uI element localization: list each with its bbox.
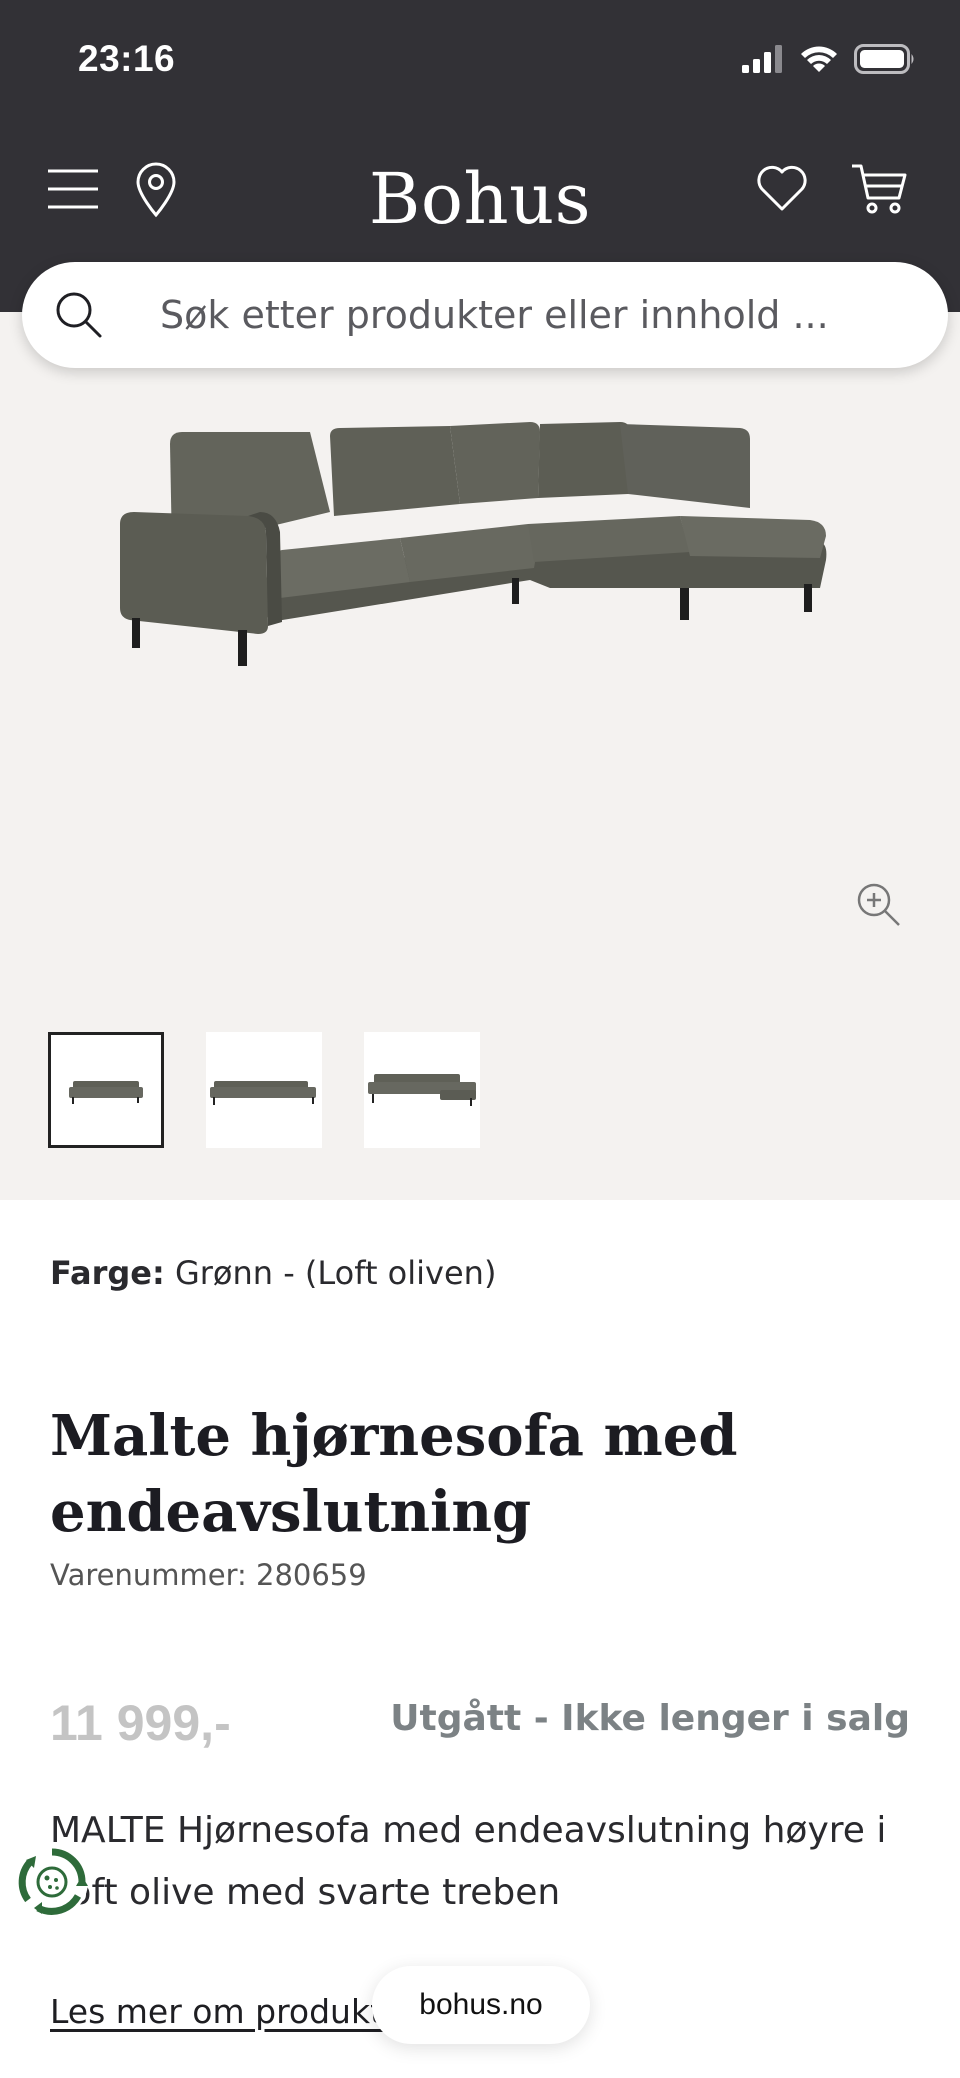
read-more-link[interactable]: Les mer om produktet (50, 1992, 416, 2031)
search-bar[interactable] (22, 262, 948, 368)
zoom-in-icon[interactable] (856, 882, 902, 928)
search-input[interactable] (160, 262, 920, 368)
thumbnail-2[interactable] (206, 1032, 322, 1148)
battery-icon (854, 44, 914, 74)
product-title: Malte hjørnesofa med endeavslutning (50, 1403, 738, 1545)
color-info: Farge: Grønn - (Loft oliven) (50, 1254, 496, 1292)
thumbnail-3[interactable] (364, 1032, 480, 1148)
availability-status: Utgått - Ikke lenger i salg (390, 1698, 910, 1739)
status-icons (742, 44, 916, 74)
browser-url-pill[interactable]: bohus.no (372, 1966, 590, 2044)
bohus-logo[interactable]: Bohus (0, 158, 960, 240)
product-description: MALTE Hjørnesofa med endeavslutning høyr… (50, 1810, 887, 1913)
signal-icon (742, 45, 782, 73)
thumbnail-sofa-image (368, 1074, 476, 1106)
wifi-icon (801, 46, 837, 72)
product-price: 11 999,- (50, 1695, 231, 1751)
search-icon (56, 292, 102, 338)
product-sku: Varenummer: 280659 (50, 1558, 367, 1592)
cookie-consent-badge[interactable] (16, 1846, 88, 1918)
product-gallery (0, 312, 960, 1200)
thumbnail-1[interactable] (48, 1032, 164, 1148)
thumbnail-sofa-image (69, 1081, 143, 1104)
heart-icon[interactable] (756, 164, 808, 212)
product-image[interactable] (120, 412, 840, 692)
header-row: Bohus (0, 148, 960, 240)
status-time: 23:16 (78, 38, 176, 79)
thumbnail-sofa-image (210, 1081, 316, 1105)
cookie-icon (18, 1848, 88, 1915)
color-label: Farge: (50, 1254, 165, 1292)
color-value: Grønn - (Loft oliven) (174, 1254, 497, 1292)
cart-icon[interactable] (850, 162, 908, 216)
thumbnail-strip (48, 1032, 480, 1148)
